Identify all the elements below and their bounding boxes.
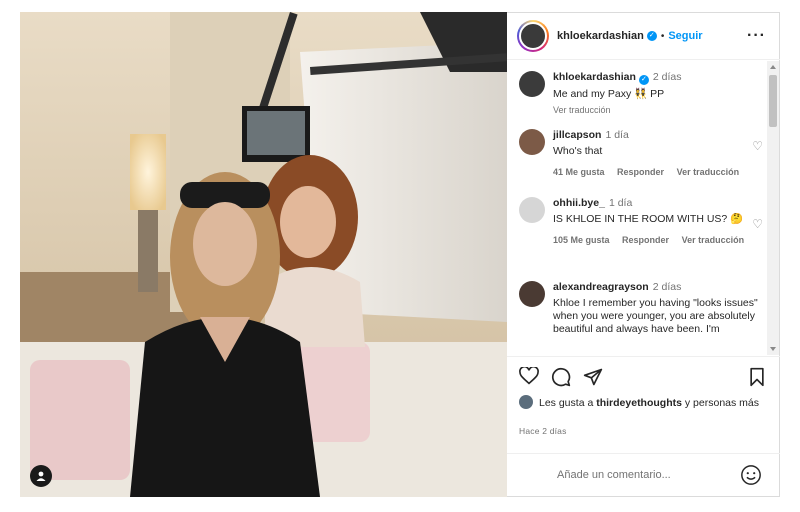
post-header: khloekardashian ✓ • Seguir ···: [507, 13, 780, 60]
studio-photo: [20, 12, 507, 497]
comment-meta: 105 Me gusta Responder Ver traducción: [553, 234, 765, 247]
comment-item: alexandreagrayson 2 días Khloe I remember…: [519, 281, 765, 336]
comment-username[interactable]: ohhii.bye_: [553, 197, 605, 209]
scrollbar-thumb[interactable]: [769, 75, 777, 127]
verified-badge-icon: ✓: [638, 75, 649, 85]
liker-avatar: [519, 395, 533, 409]
separator-dot: •: [660, 30, 665, 42]
caption-avatar[interactable]: [519, 71, 545, 97]
liker-username[interactable]: thirdeyethoughts: [596, 397, 682, 409]
comments-scrollbar[interactable]: [767, 61, 779, 355]
caption-text: Me and my Paxy 👯 PP: [553, 88, 665, 100]
likes-suffix: y personas más: [681, 397, 760, 409]
action-bar: [507, 356, 780, 396]
comment-likes-count[interactable]: 41 Me gusta: [553, 167, 605, 177]
comment-time: 2 días: [652, 281, 682, 293]
likes-summary[interactable]: Les gusta a thirdeyethoughts y personas …: [519, 395, 769, 410]
comment-time: 1 día: [605, 129, 629, 141]
verified-badge-icon: ✓: [646, 31, 657, 41]
follow-button[interactable]: Seguir: [668, 30, 702, 42]
heart-icon[interactable]: ♡: [752, 217, 763, 231]
add-comment-bar: Añade un comentario...: [507, 453, 780, 498]
comment-icon[interactable]: [551, 367, 571, 390]
caption: khloekardashian ✓ 2 días Me and my Paxy 👯 …: [519, 71, 765, 117]
post-photo[interactable]: [20, 12, 507, 497]
comment-avatar[interactable]: [519, 281, 545, 307]
author-avatar[interactable]: [517, 20, 549, 52]
comment-avatar[interactable]: [519, 129, 545, 155]
post-timestamp: Hace 2 días: [519, 426, 567, 436]
scroll-down-arrow-icon[interactable]: [770, 347, 776, 351]
comment-meta: 41 Me gusta Responder Ver traducción: [553, 166, 765, 179]
comment-reply-link[interactable]: Responder: [617, 167, 664, 177]
emoji-icon[interactable]: [740, 464, 762, 489]
comment-item: jillcapson 1 día Who's that 41 Me gusta R…: [519, 129, 765, 179]
comment-text: Who's that: [553, 145, 603, 157]
author-username[interactable]: khloekardashian: [557, 30, 644, 42]
user-tag-icon[interactable]: [30, 465, 52, 487]
comment-reply-link[interactable]: Responder: [622, 235, 669, 245]
comment-translate-link[interactable]: Ver traducción: [677, 167, 740, 177]
scroll-up-arrow-icon[interactable]: [770, 65, 776, 69]
caption-time: 2 días: [652, 71, 682, 83]
add-comment-input[interactable]: Añade un comentario...: [557, 469, 671, 481]
comment-avatar[interactable]: [519, 197, 545, 223]
comment-text: IS KHLOE IN THE ROOM WITH US? 🤔: [553, 213, 744, 225]
comment-likes-count[interactable]: 105 Me gusta: [553, 235, 610, 245]
heart-icon[interactable]: ♡: [752, 139, 763, 153]
likes-prefix: Les gusta a: [539, 397, 597, 409]
comment-text: Khloe I remember you having "looks issue…: [553, 297, 758, 335]
comment-translate-link[interactable]: Ver traducción: [682, 235, 745, 245]
comment-username[interactable]: jillcapson: [553, 129, 601, 141]
heart-icon[interactable]: [519, 365, 539, 388]
comments-list[interactable]: khloekardashian ✓ 2 días Me and my Paxy 👯 …: [507, 61, 767, 355]
post-side-panel: khloekardashian ✓ • Seguir ··· khloekard…: [507, 12, 780, 497]
bookmark-icon[interactable]: [748, 367, 766, 390]
share-icon[interactable]: [583, 367, 603, 390]
more-options-icon[interactable]: ···: [747, 27, 766, 45]
caption-translate-link[interactable]: Ver traducción: [553, 104, 765, 117]
comment-time: 1 día: [608, 197, 633, 209]
comment-username[interactable]: alexandreagrayson: [553, 281, 649, 293]
caption-username[interactable]: khloekardashian: [553, 71, 636, 83]
comment-item: ohhii.bye_ 1 día IS KHLOE IN THE ROOM WIT…: [519, 197, 765, 247]
